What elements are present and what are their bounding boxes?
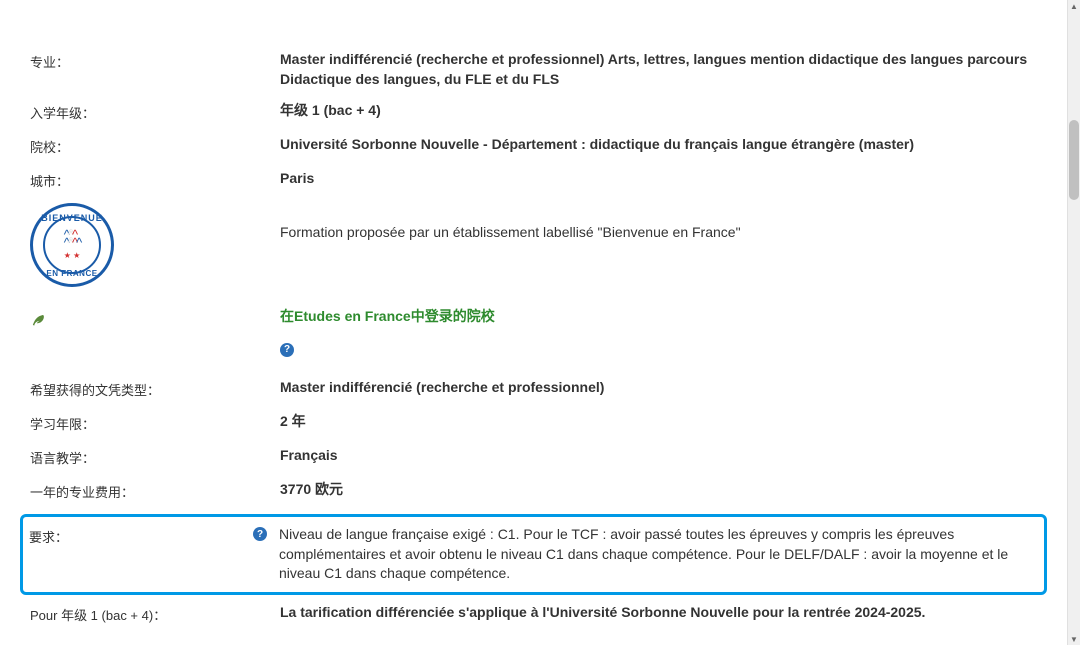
field-entry-year: 入学年级： 年级 1 (bac + 4) <box>30 101 1037 123</box>
value-school: Université Sorbonne Nouvelle - Départeme… <box>280 135 1037 155</box>
help-icon[interactable]: ? <box>280 343 294 357</box>
label-requirements: 要求： <box>29 527 68 546</box>
value-degree-type: Master indifférencié (recherche et profe… <box>280 378 1037 398</box>
label-city: 城市： <box>30 169 280 190</box>
value-fee: 3770 欧元 <box>280 480 1037 500</box>
etudes-en-france-link[interactable]: 在Etudes en France中登录的院校 <box>280 308 495 324</box>
value-duration: 2 年 <box>280 412 1037 432</box>
help-icon[interactable]: ? <box>253 527 267 541</box>
label-entry-year: 入学年级： <box>30 101 280 122</box>
label-duration: 学习年限： <box>30 412 280 433</box>
field-school: 院校： Université Sorbonne Nouvelle - Dépar… <box>30 135 1037 157</box>
chevron-pattern-icon: ^^^ ^^^^ <box>64 231 80 248</box>
label-fee: 一年的专业费用： <box>30 480 280 501</box>
field-city: 城市： Paris <box>30 169 1037 191</box>
value-city: Paris <box>280 169 1037 189</box>
field-fee: 一年的专业费用： 3770 欧元 <box>30 480 1037 502</box>
value-specialty: Master indifférencié (recherche et profe… <box>280 50 1037 89</box>
field-requirements: 要求： ? Niveau de langue française exigé :… <box>29 525 1038 584</box>
scrollbar-thumb[interactable] <box>1069 120 1079 200</box>
label-specialty: 专业： <box>30 50 280 71</box>
value-bienvenue: Formation proposée par un établissement … <box>280 203 1037 243</box>
label-school: 院校： <box>30 135 280 156</box>
value-entry-year: 年级 1 (bac + 4) <box>280 101 1037 121</box>
label-for-year: Pour 年级 1 (bac + 4)： <box>30 603 280 624</box>
main-content-panel: 专业： Master indifférencié (recherche et p… <box>0 0 1068 645</box>
label-degree-type: 希望获得的文凭类型： <box>30 378 280 399</box>
requirements-highlight-box: 要求： ? Niveau de langue française exigé :… <box>20 514 1047 595</box>
help-icon-row: ? <box>30 338 1037 360</box>
field-duration: 学习年限： 2 年 <box>30 412 1037 434</box>
field-degree-type: 希望获得的文凭类型： Master indifférencié (recherc… <box>30 378 1037 400</box>
value-requirements: Niveau de langue française exigé : C1. P… <box>279 525 1038 584</box>
label-language: 语言教学： <box>30 446 280 467</box>
field-for-year: Pour 年级 1 (bac + 4)： La tarification dif… <box>30 603 1037 625</box>
scroll-up-arrow-icon[interactable]: ▲ <box>1068 0 1080 12</box>
field-institution-link: 在Etudes en France中登录的院校 <box>30 307 1037 330</box>
bienvenue-en-france-logo: BIENVENUE ^^^ ^^^^ ★ ★ EN FRANCE <box>30 203 114 287</box>
scrollbar-track[interactable]: ▲ ▼ <box>1068 0 1080 645</box>
leaf-icon <box>30 309 48 330</box>
stars-icon: ★ ★ <box>64 251 81 260</box>
field-language: 语言教学： Français <box>30 446 1037 468</box>
value-language: Français <box>280 446 1037 466</box>
scroll-down-arrow-icon[interactable]: ▼ <box>1068 633 1080 645</box>
value-for-year: La tarification différenciée s'applique … <box>280 603 1037 623</box>
field-specialty: 专业： Master indifférencié (recherche et p… <box>30 50 1037 89</box>
field-bienvenue: BIENVENUE ^^^ ^^^^ ★ ★ EN FRANCE Formati… <box>30 203 1037 287</box>
